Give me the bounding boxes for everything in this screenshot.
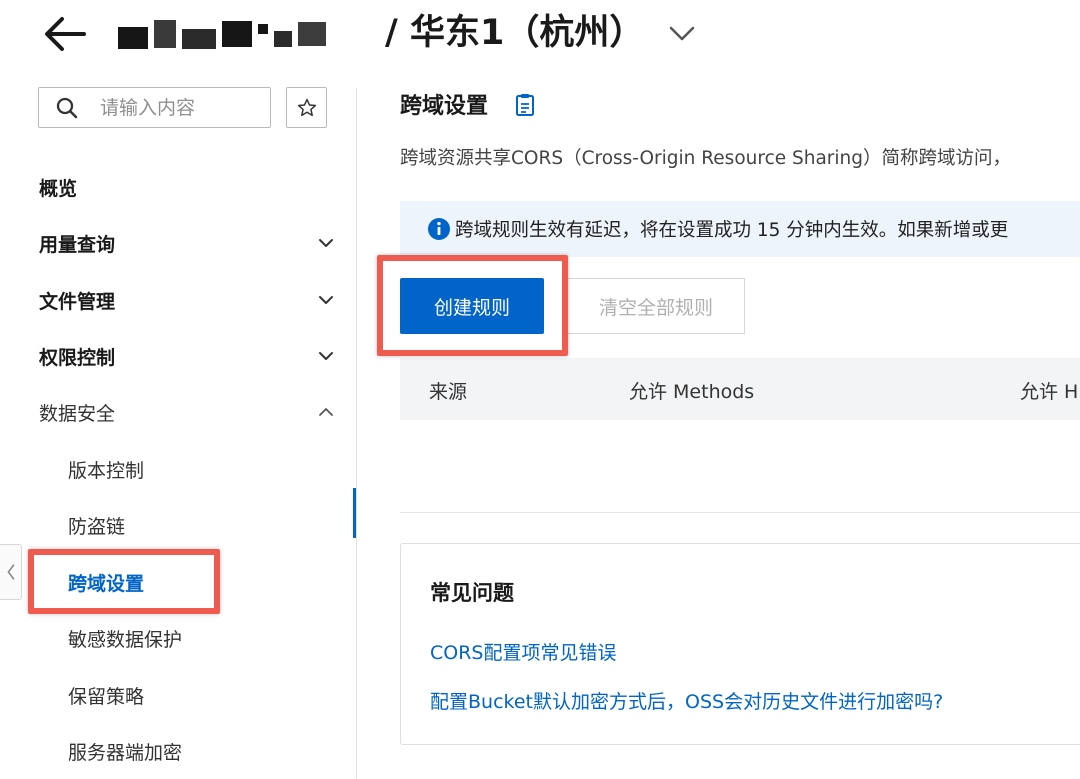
document-icon[interactable] <box>515 93 535 117</box>
create-rule-button[interactable]: 创建规则 <box>400 278 544 334</box>
notice-text: 跨域规则生效有延迟，将在设置成功 15 分钟内生效。如果新增或更 <box>455 220 1009 241</box>
chevron-up-icon <box>319 408 333 416</box>
sidebar-subitem-label: 服务器端加密 <box>68 741 183 764</box>
sidebar-item-label: 概览 <box>39 177 78 200</box>
sidebar-collapse-button[interactable] <box>0 544 22 600</box>
sidebar-subitem-label: 敏感数据保护 <box>68 628 183 651</box>
sidebar-subitem-label: 版本控制 <box>68 459 145 482</box>
redacted-bucket-name <box>118 17 332 51</box>
chevron-down-icon[interactable] <box>665 18 699 48</box>
sidebar-subitem-label: 跨域设置 <box>68 572 145 595</box>
star-icon <box>297 98 316 116</box>
region-title: / 华东1（杭州） <box>385 13 645 53</box>
sidebar-subitem-encryption[interactable]: 服务器端加密 <box>68 731 328 771</box>
main-content: 跨域设置 跨域资源共享CORS（Cross-Origin Resource Sh… <box>357 70 1080 779</box>
sidebar-subitem-versioning[interactable]: 版本控制 <box>68 449 328 489</box>
faq-title: 常见问题 <box>430 581 514 605</box>
search-box <box>38 87 271 128</box>
faq-card: 常见问题 CORS配置项常见错误 配置Bucket默认加密方式后，OSS会对历史… <box>400 543 1080 745</box>
sidebar-item-overview[interactable]: 概览 <box>39 167 339 207</box>
search-icon <box>56 97 78 118</box>
clear-all-rules-button[interactable]: 清空全部规则 <box>567 278 745 334</box>
sidebar-item-files[interactable]: 文件管理 <box>39 280 339 320</box>
sidebar-item-label: 数据安全 <box>39 402 116 425</box>
sidebar-subitem-cors[interactable]: 跨域设置 <box>68 562 328 602</box>
sidebar-item-permissions[interactable]: 权限控制 <box>39 336 339 376</box>
sidebar-item-label: 权限控制 <box>39 346 116 369</box>
table-header: 来源 允许 Methods 允许 H <box>400 358 1080 420</box>
chevron-left-icon <box>7 564 14 580</box>
favorite-button[interactable] <box>286 87 327 128</box>
sidebar: 概览 用量查询 文件管理 权限控制 数据安全 版本控制 防盗链 跨域设置 敏感数… <box>0 70 356 779</box>
sidebar-item-usage[interactable]: 用量查询 <box>39 223 339 263</box>
faq-link-bucket-encryption[interactable]: 配置Bucket默认加密方式后，OSS会对历史文件进行加密吗? <box>430 687 943 714</box>
sidebar-item-label: 文件管理 <box>39 290 116 313</box>
back-arrow-icon[interactable] <box>40 12 90 56</box>
notice-banner: 跨域规则生效有延迟，将在设置成功 15 分钟内生效。如果新增或更 <box>400 201 1080 257</box>
sidebar-subitem-retention[interactable]: 保留策略 <box>68 675 328 715</box>
sidebar-subitem-hotlink-protection[interactable]: 防盗链 <box>68 505 328 545</box>
sidebar-subitem-label: 防盗链 <box>68 515 126 538</box>
active-indicator <box>353 488 356 538</box>
column-origin: 来源 <box>429 381 468 403</box>
column-headers: 允许 H <box>1020 381 1079 403</box>
page-description: 跨域资源共享CORS（Cross-Origin Resource Sharing… <box>400 148 1012 169</box>
page-title: 跨域设置 <box>400 94 489 119</box>
sidebar-item-data-security[interactable]: 数据安全 <box>39 392 339 432</box>
table-bottom-border <box>400 512 1080 513</box>
sidebar-item-label: 用量查询 <box>39 233 116 256</box>
search-input[interactable] <box>100 96 250 119</box>
faq-link-cors-errors[interactable]: CORS配置项常见错误 <box>430 638 616 665</box>
sidebar-subitem-label: 保留策略 <box>68 685 145 708</box>
chevron-down-icon <box>319 352 333 360</box>
chevron-down-icon <box>319 296 333 304</box>
chevron-down-icon <box>319 239 333 247</box>
sidebar-subitem-sensitive-data[interactable]: 敏感数据保护 <box>68 618 328 658</box>
top-header: / 华东1（杭州） <box>0 0 1080 70</box>
info-icon <box>428 218 450 240</box>
column-methods: 允许 Methods <box>629 381 755 403</box>
